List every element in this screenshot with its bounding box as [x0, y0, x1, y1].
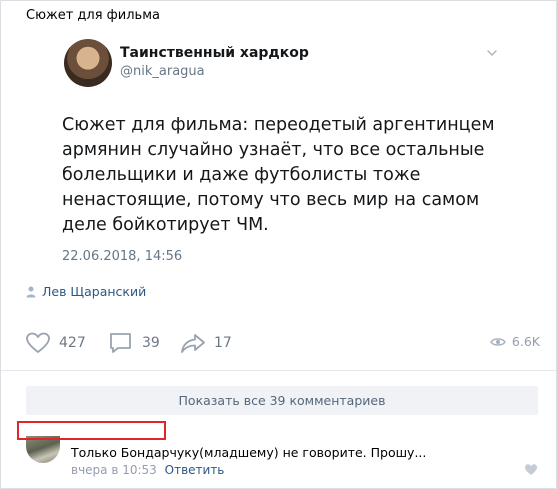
tweet-author-avatar[interactable]: [64, 39, 112, 87]
heart-icon: [26, 332, 50, 353]
eye-icon: [490, 337, 506, 346]
author-signature-name[interactable]: Лев Щаранский: [42, 284, 146, 299]
tweet-embed[interactable]: Таинственный хардкор @nik_aragua Сюжет д…: [56, 31, 516, 271]
share-icon: [181, 334, 205, 353]
post-text: Сюжет для фильма: [26, 8, 160, 23]
comment-icon: [110, 333, 131, 353]
comment-button[interactable]: 39: [108, 331, 160, 355]
tweet-author-handle[interactable]: @nik_aragua: [120, 64, 205, 79]
comment-time[interactable]: вчера в 10:53: [71, 463, 157, 477]
views-count: 6.6K: [511, 334, 540, 349]
post-author-signature[interactable]: Лев Щаранский: [26, 284, 146, 299]
post-card: Сюжет для фильма Таинственный хардкор @n…: [0, 0, 557, 489]
user-icon: [26, 286, 36, 297]
share-count: 17: [214, 335, 232, 351]
comment-reply-link[interactable]: Ответить: [165, 463, 225, 477]
post-actions: 427 39 17 6.6K: [25, 331, 540, 357]
chevron-down-icon[interactable]: [485, 46, 499, 60]
views-counter: 6.6K: [490, 334, 540, 349]
comment-author-avatar[interactable]: [26, 436, 60, 463]
show-all-comments-button[interactable]: Показать все 39 комментариев: [26, 386, 538, 415]
like-count: 427: [59, 335, 86, 351]
comment-count: 39: [142, 335, 160, 351]
comment-meta: вчера в 10:53 Ответить: [71, 463, 224, 477]
comment-like-heart-icon[interactable]: [524, 463, 538, 476]
tweet-author-name[interactable]: Таинственный хардкор: [120, 45, 309, 61]
share-button[interactable]: 17: [180, 331, 232, 355]
actions-divider: [1, 370, 556, 371]
comment-text: Только Бондарчуку(младшему) не говорите.…: [71, 445, 427, 460]
like-button[interactable]: 427: [25, 331, 86, 355]
highlight-box: [17, 421, 166, 440]
tweet-date[interactable]: 22.06.2018, 14:56: [62, 249, 182, 264]
tweet-body: Сюжет для фильма: переодетый аргентинцем…: [62, 115, 495, 235]
